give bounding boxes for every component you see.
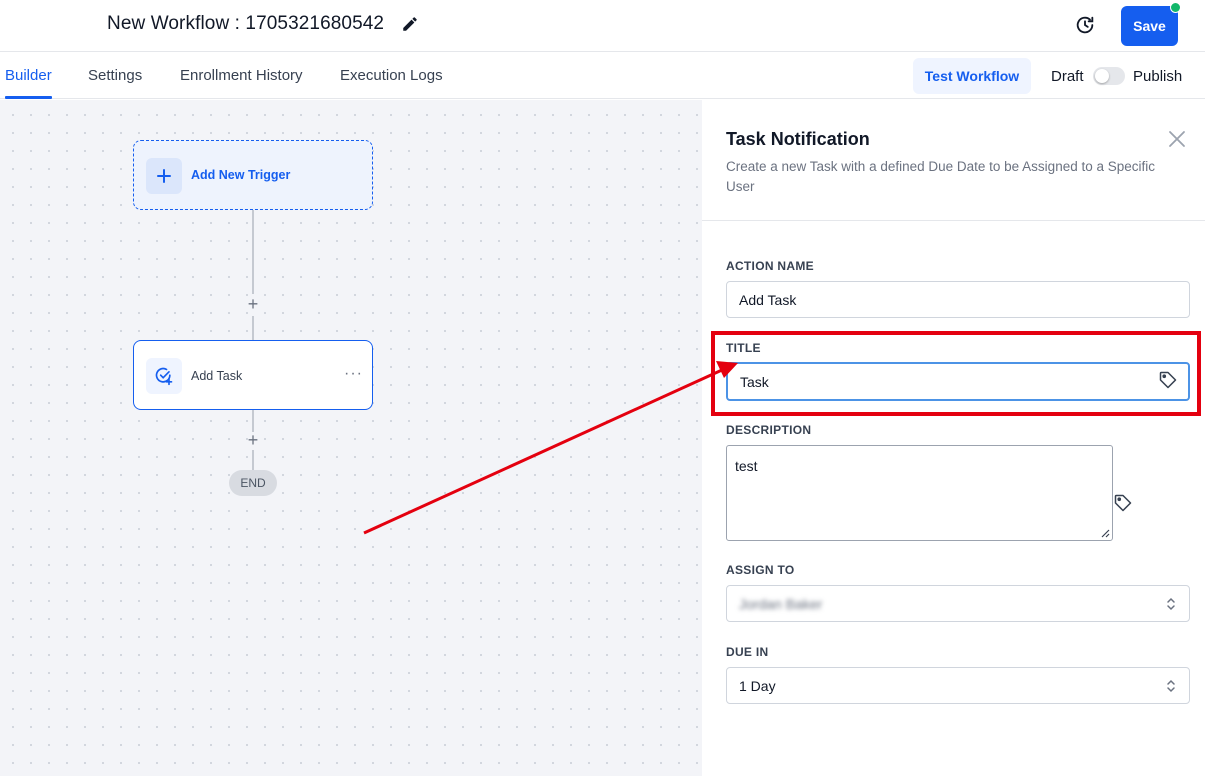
description-textarea[interactable]: test [726, 445, 1113, 541]
publish-toggle[interactable] [1093, 67, 1125, 85]
task-label: Add Task [191, 369, 243, 383]
tab-bar: Builder Settings Enrollment History Exec… [0, 52, 1205, 99]
action-name-label: ACTION NAME [726, 259, 814, 273]
add-task-node[interactable]: Add Task ··· [133, 340, 373, 410]
assign-to-value: Jordan Baker [739, 596, 823, 612]
tag-icon[interactable] [1158, 370, 1178, 390]
title-label: TITLE [726, 341, 761, 355]
top-header: New Workflow : 1705321680542 Save [0, 0, 1205, 52]
action-settings-panel: Task Notification Create a new Task with… [702, 100, 1205, 776]
plus-icon [146, 158, 182, 194]
end-node: END [229, 470, 277, 496]
select-arrows-icon [1167, 679, 1175, 693]
tag-icon[interactable] [1113, 493, 1133, 513]
test-workflow-button[interactable]: Test Workflow [913, 58, 1031, 94]
tab-execution-logs[interactable]: Execution Logs [340, 67, 443, 84]
status-dot [1170, 2, 1181, 13]
tab-enrollment-history[interactable]: Enrollment History [180, 67, 303, 84]
action-name-input[interactable]: Add Task [726, 281, 1190, 318]
workflow-canvas[interactable]: Add New Trigger + Add Task ··· + END [0, 100, 702, 776]
due-in-select[interactable]: 1 Day [726, 667, 1190, 704]
assign-to-select[interactable]: Jordan Baker [726, 585, 1190, 622]
more-options-icon[interactable]: ··· [344, 365, 363, 383]
add-step-button[interactable]: + [245, 431, 261, 449]
tab-settings[interactable]: Settings [88, 67, 142, 84]
pencil-icon[interactable] [401, 15, 419, 33]
workflow-title: New Workflow : 1705321680542 [107, 13, 385, 34]
task-check-icon [146, 358, 182, 394]
save-button[interactable]: Save [1121, 6, 1178, 46]
select-arrows-icon [1167, 597, 1175, 611]
active-tab-indicator [5, 96, 52, 99]
connector-line [252, 450, 254, 470]
description-label: DESCRIPTION [726, 423, 812, 437]
publish-label: Publish [1133, 68, 1183, 85]
history-icon[interactable] [1074, 14, 1096, 36]
add-trigger-node[interactable]: Add New Trigger [133, 140, 373, 210]
connector-line [252, 410, 254, 432]
draft-label: Draft [1051, 68, 1084, 85]
connector-line [252, 316, 254, 340]
close-icon[interactable] [1168, 130, 1186, 148]
tab-builder[interactable]: Builder [5, 67, 52, 84]
trigger-label: Add New Trigger [191, 168, 291, 182]
toggle-knob [1095, 69, 1109, 83]
title-input[interactable]: Task [726, 362, 1190, 401]
add-step-button[interactable]: + [245, 295, 261, 313]
panel-header: Task Notification Create a new Task with… [702, 100, 1205, 221]
panel-title: Task Notification [726, 129, 870, 149]
title-value: Task [740, 374, 769, 390]
assign-to-label: ASSIGN TO [726, 563, 795, 577]
due-in-label: DUE IN [726, 645, 769, 659]
resize-handle-icon[interactable] [1100, 528, 1110, 538]
due-in-value: 1 Day [739, 678, 776, 694]
panel-subtitle: Create a new Task with a defined Due Dat… [726, 159, 1156, 194]
connector-line [252, 210, 254, 294]
description-value: test [735, 458, 758, 474]
